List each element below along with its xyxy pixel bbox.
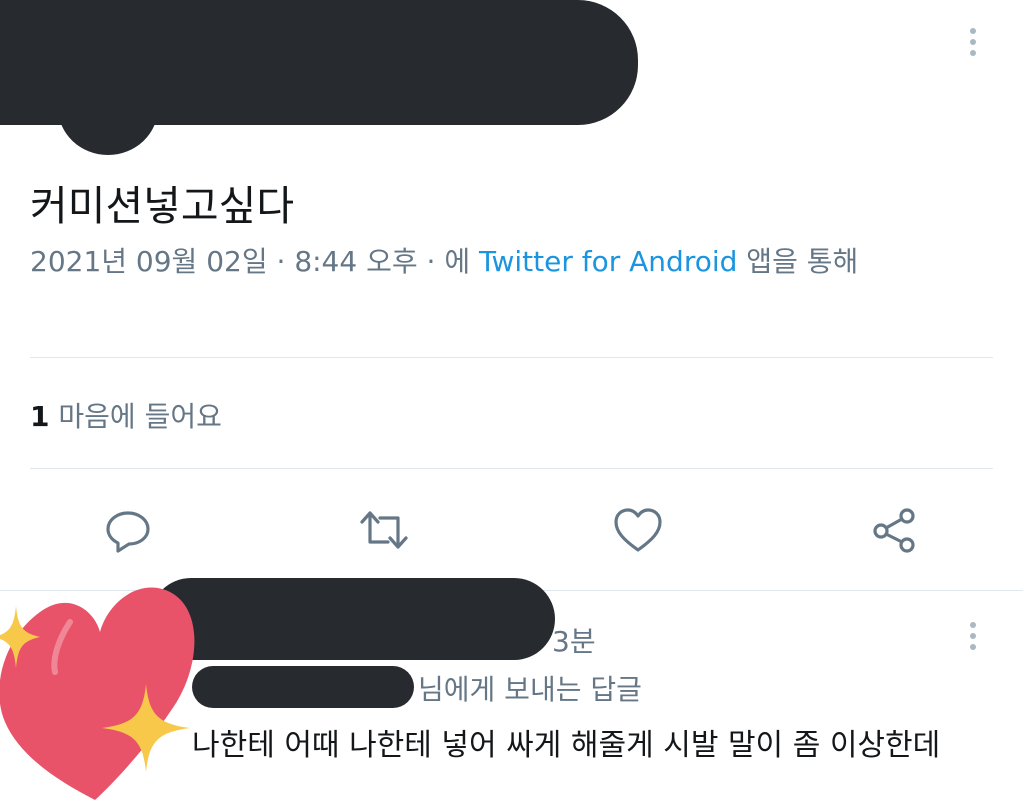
retweet-icon [360,511,408,549]
sparkle-icon [102,684,190,772]
tweet-date: 2021년 09월 02일 [30,245,268,278]
meta-separator: · [267,245,295,278]
likes-label: 마음에 들어요 [49,400,222,433]
more-options-icon[interactable] [970,28,978,61]
like-button[interactable] [608,500,668,560]
divider [30,468,993,469]
reply-icon [106,511,150,553]
redacted-reply-username [150,578,555,660]
likes-stat[interactable]: 1 마음에 들어요 [30,395,222,435]
like-icon [614,508,662,552]
share-icon [873,508,915,553]
redacted-avatar [58,60,158,155]
tweet-source-link[interactable]: Twitter for Android [479,245,737,278]
retweet-button[interactable] [354,500,414,560]
replying-to-label: 님에게 보내는 답글 [418,673,642,706]
tweet-text: 커미션넣고싶다 [30,182,295,230]
reply-more-options-icon[interactable] [970,622,978,655]
sparkle-icon [0,606,40,668]
reply-timestamp: 3분 [552,625,596,658]
tweet-source-suffix: 앱을 통해 [737,245,859,278]
divider [30,357,993,358]
likes-count: 1 [30,400,50,433]
meta-separator: · 에 [417,245,479,278]
tweet-metadata: 2021년 09월 02일 · 8:44 오후 · 에 Twitter for … [30,239,950,284]
reply-button[interactable] [98,500,158,560]
reply-text: 나한테 어때 나한테 넣어 싸게 해줄게 시발 말이 좀 이상한데 [192,728,941,763]
redacted-mention [192,666,414,708]
share-button[interactable] [864,500,924,560]
tweet-time: 8:44 오후 [294,245,418,278]
